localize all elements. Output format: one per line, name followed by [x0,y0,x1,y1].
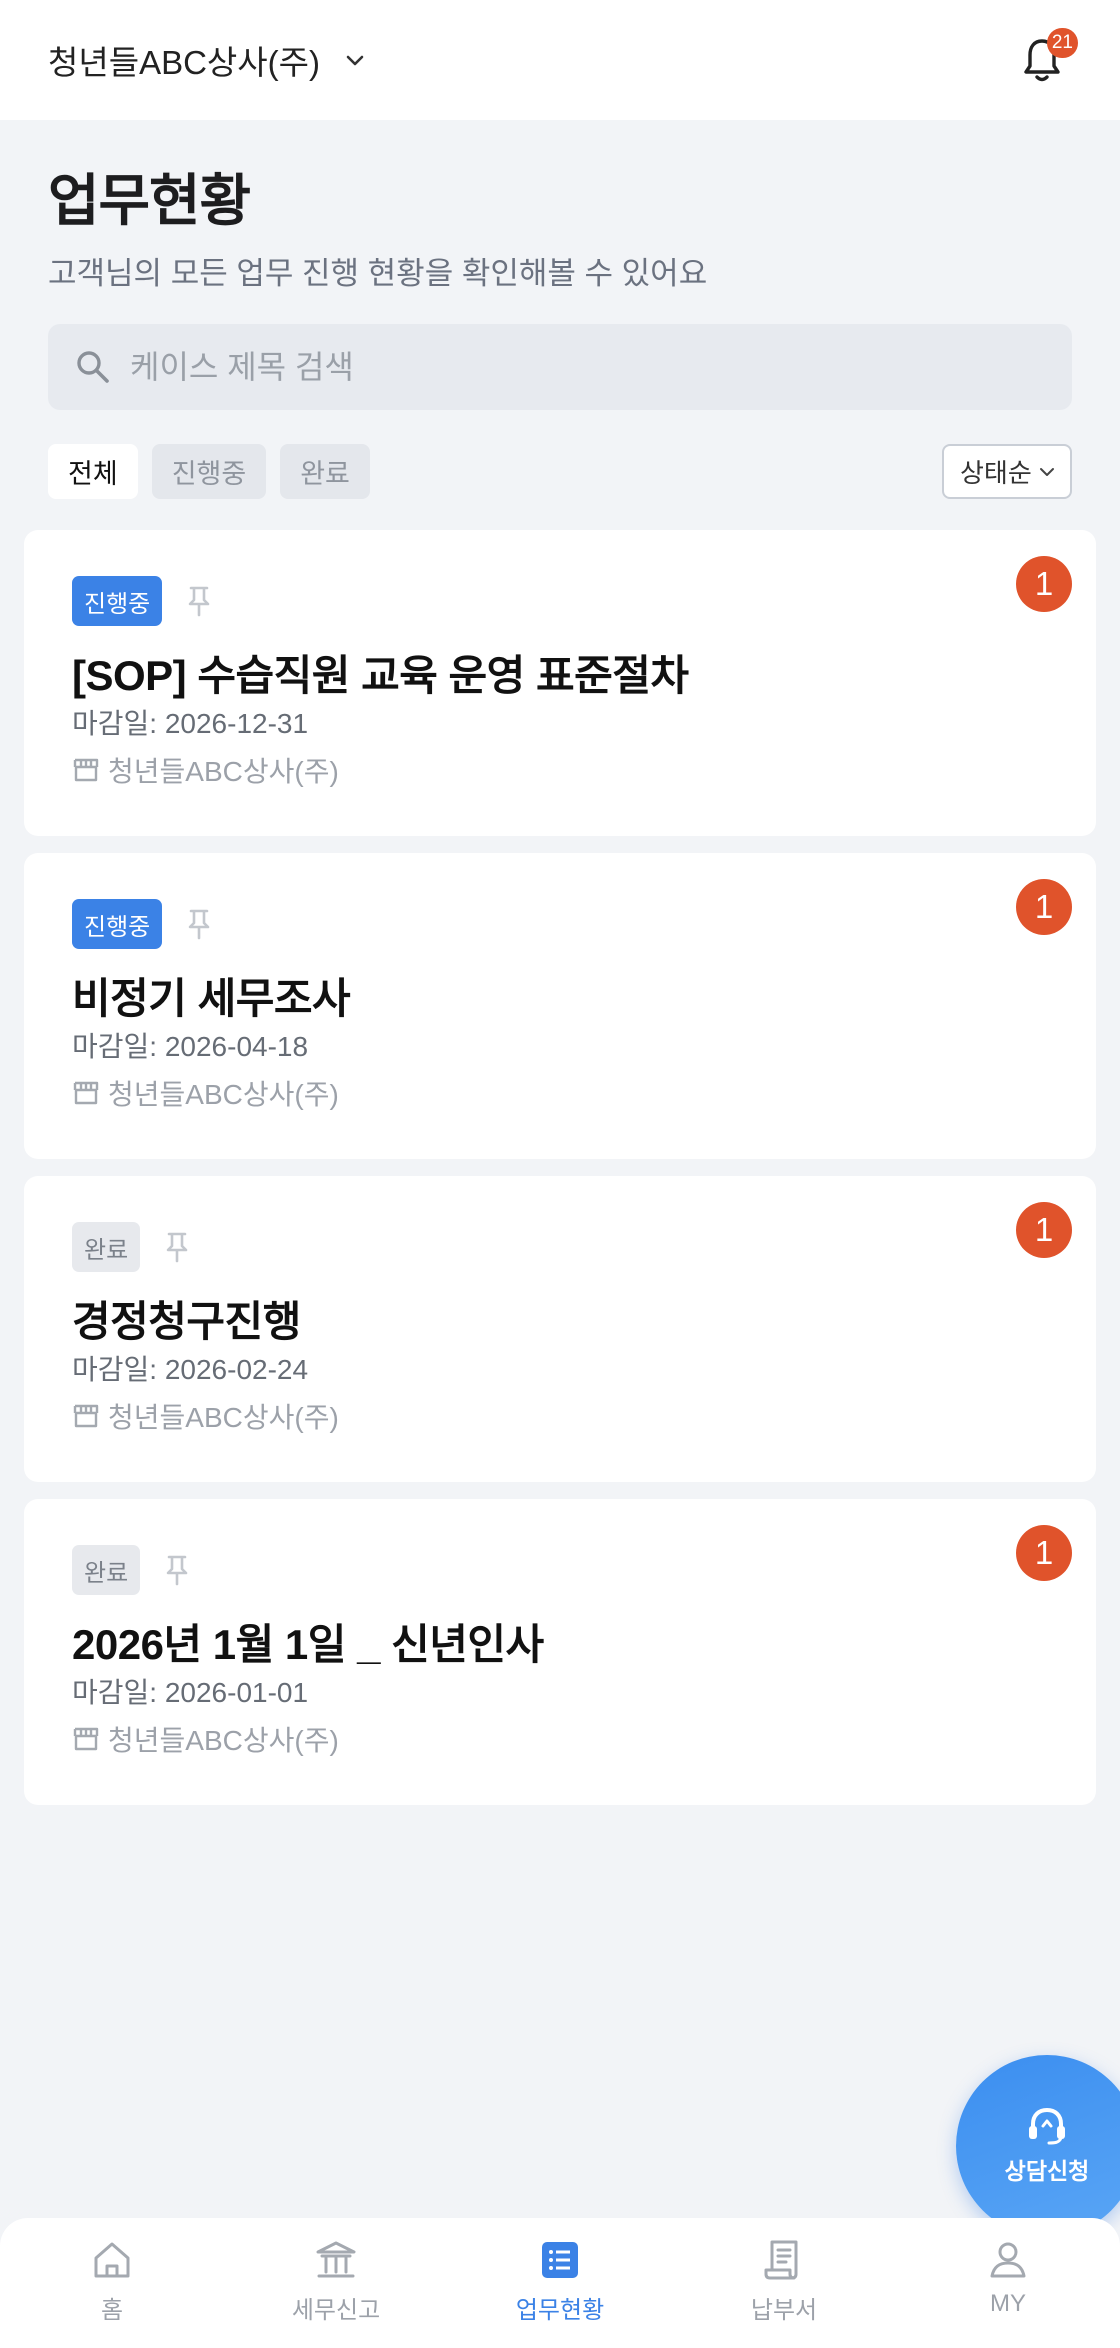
receipt-icon [764,2240,798,2280]
nav-my[interactable]: MY [896,2218,1120,2348]
case-company-name: 청년들ABC상사(주) [108,756,339,787]
sort-dropdown[interactable]: 상태순 [942,444,1072,499]
status-filters: 전체 진행중 완료 [48,444,370,499]
page-title: 업무현황 [48,169,251,232]
status-badge: 완료 [72,1545,141,1595]
nav-my-label: MY [990,2290,1026,2317]
store-icon [73,1727,99,1751]
person-icon [990,2242,1026,2278]
unread-count-badge: 1 [1016,1525,1072,1581]
bottom-nav: 홈 세무신고 업무현황 납부서 MY [0,2218,1120,2348]
case-company-name: 청년들ABC상사(주) [108,1079,339,1110]
sort-label: 상태순 [960,458,1032,488]
case-title: 비정기 세무조사 [72,975,351,1022]
case-company: 청년들ABC상사(주) [72,1073,339,1113]
case-card[interactable]: 진행중 [SOP] 수습직원 교육 운영 표준절차 마감일: 2026-12-3… [24,530,1096,836]
nav-home[interactable]: 홈 [0,2218,224,2348]
case-due-date: 마감일: 2026-12-31 [72,708,309,739]
unread-count-badge: 1 [1016,1202,1072,1258]
search-icon [77,351,109,383]
case-company-name: 청년들ABC상사(주) [108,1725,339,1756]
unread-count-badge: 1 [1016,556,1072,612]
search-bar [48,324,1072,410]
store-icon [73,1404,99,1428]
status-badge: 완료 [72,1222,141,1272]
notification-badge: 21 [1046,28,1078,58]
case-title: 2026년 1월 1일 _ 신년인사 [72,1621,544,1668]
consultation-label: 상담신청 [1004,2158,1090,2184]
top-bar: 청년들ABC상사(주) 21 [0,0,1120,120]
nav-tax-filing[interactable]: 세무신고 [224,2218,448,2348]
company-name: 청년들ABC상사(주) [48,44,320,81]
case-card[interactable]: 완료 2026년 1월 1일 _ 신년인사 마감일: 2026-01-01 청년… [24,1499,1096,1805]
consultation-button[interactable]: 상담신청 [956,2055,1120,2237]
pin-icon[interactable] [184,907,214,941]
status-badge: 진행중 [72,899,163,949]
home-icon [94,2242,130,2278]
filter-done[interactable]: 완료 [280,444,370,499]
list-icon [542,2242,578,2278]
case-company: 청년들ABC상사(주) [72,1396,339,1436]
unread-count-badge: 1 [1016,879,1072,935]
nav-payment-slip[interactable]: 납부서 [672,2218,896,2348]
nav-work-status-label: 업무현황 [515,2297,605,2324]
search-input[interactable] [130,348,1030,386]
case-title: [SOP] 수습직원 교육 운영 표준절차 [72,652,689,699]
case-company: 청년들ABC상사(주) [72,1719,339,1759]
chevron-down-icon [1040,467,1054,476]
company-selector[interactable]: 청년들ABC상사(주) [48,36,366,84]
case-due-date: 마감일: 2026-01-01 [72,1677,309,1708]
case-due-date: 마감일: 2026-02-24 [72,1354,309,1385]
page-subtitle: 고객님의 모든 업무 진행 현황을 확인해볼 수 있어요 [48,256,708,291]
chevron-down-icon [346,55,364,66]
case-title: 경정청구진행 [72,1298,301,1345]
filter-all[interactable]: 전체 [48,444,138,499]
pin-icon[interactable] [184,584,214,618]
case-card[interactable]: 진행중 비정기 세무조사 마감일: 2026-04-18 청년들ABC상사(주)… [24,853,1096,1159]
nav-work-status[interactable]: 업무현황 [448,2218,672,2348]
pin-icon[interactable] [162,1553,192,1587]
pin-icon[interactable] [162,1230,192,1264]
filter-in-progress[interactable]: 진행중 [151,444,267,499]
store-icon [73,1081,99,1105]
case-company: 청년들ABC상사(주) [72,750,339,790]
headset-icon [1029,2107,1065,2145]
case-company-name: 청년들ABC상사(주) [108,1402,339,1433]
nav-payment-slip-label: 납부서 [750,2297,818,2324]
notification-button[interactable]: 21 [1014,28,1078,92]
nav-home-label: 홈 [100,2297,124,2324]
case-due-date: 마감일: 2026-04-18 [72,1031,309,1062]
case-card[interactable]: 완료 경정청구진행 마감일: 2026-02-24 청년들ABC상사(주) 1 [24,1176,1096,1482]
store-icon [73,758,99,782]
nav-tax-filing-label: 세무신고 [291,2297,381,2324]
bank-icon [316,2241,356,2278]
status-badge: 진행중 [72,576,163,626]
